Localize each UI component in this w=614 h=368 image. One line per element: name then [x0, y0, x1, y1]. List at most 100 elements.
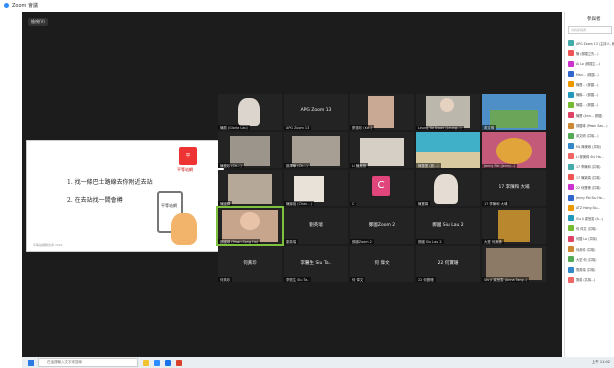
- video-tile-active-speaker[interactable]: 鄭國球 (Pawn Sang Ho): [216, 206, 284, 246]
- video-tile[interactable]: Jenny Pal (Jenny...): [482, 132, 546, 168]
- participant-name: 鄭國Zoom 2: [350, 239, 374, 244]
- participant-row[interactable]: 鄭國球 (Pawn San...): [565, 120, 614, 130]
- video-tile[interactable]: 大堂 何美珠: [482, 208, 546, 244]
- zoom-logo-icon: [4, 2, 9, 8]
- avatar: [568, 60, 574, 67]
- share-logo-text: 平等站網: [177, 167, 193, 172]
- video-tile[interactable]: 陳國輝: [218, 170, 282, 206]
- video-tile[interactable]: APG Zoom 13 APG Zoom 13: [284, 94, 348, 130]
- participant-name: 陳寶娟: [416, 201, 431, 206]
- participant-row[interactable]: 陳 (鄭國立先...): [565, 48, 614, 58]
- participant-row[interactable]: 陳錦... (鄭國...): [565, 89, 614, 99]
- participant-name: Siu Ji 梁慧雯 (Anna Tang..): [482, 277, 530, 282]
- video-tile[interactable]: Siu Ji 梁慧雯 (Anna Tang..): [482, 246, 546, 282]
- participant-row[interactable]: 陳寶 (Ann... 鄭國): [565, 110, 614, 120]
- video-tile[interactable]: 陳觀 (Gloria Lau): [218, 94, 282, 130]
- avatar: [568, 143, 574, 150]
- video-tile[interactable]: 陳穗珍 (Ch...): [218, 132, 282, 168]
- video-tile[interactable]: 陳寶娟: [416, 170, 480, 206]
- participant-row-name: 劉英 (共鳴...): [576, 278, 596, 283]
- avatar: [568, 71, 574, 78]
- participant-row[interactable]: Man... (鄭國...): [565, 69, 614, 79]
- participant-video: [238, 98, 260, 126]
- taskbar-search-input[interactable]: 在這裡輸入文字來搜尋: [38, 358, 138, 367]
- share-logo: 平: [179, 147, 197, 165]
- participant-row-name: ATZ Hong Siu...: [576, 205, 601, 210]
- video-tile[interactable]: 陳雪蓮 (麗...): [416, 132, 480, 168]
- participant-row-name: Man... (鄭國...): [576, 72, 599, 77]
- participant-name: 蔡德珍 (Ka..): [350, 125, 375, 130]
- participant-row-name: 陳寶 (Ann... 鄭國): [576, 113, 603, 118]
- participant-name: APG Zoom 13: [284, 126, 312, 130]
- participant-row[interactable]: 陳國... (鄭國...): [565, 100, 614, 110]
- video-tile[interactable]: 李醫生 Siu Ta.. 李醫生 Siu Ta..: [284, 246, 348, 282]
- participant-search-input[interactable]: 尋找參與者: [568, 26, 612, 34]
- participant-video: [486, 248, 542, 280]
- participant-row[interactable]: 17 李陳和 (共鳴): [565, 162, 614, 172]
- participant-row[interactable]: 22 何寶珊 (共鳴): [565, 182, 614, 192]
- participant-label: 劉英瑞: [309, 223, 323, 228]
- avatar: [568, 132, 574, 139]
- participant-name: 陳錦強 (Chan...): [284, 201, 314, 206]
- video-tile[interactable]: 蔡德珍 (Ka..): [350, 94, 414, 130]
- participant-label: 鄭國 Siu Lau 2: [432, 223, 464, 228]
- video-tile[interactable]: 17 李陳和 大埔 17 李陳和 大埔: [482, 170, 546, 206]
- video-tile[interactable]: 鄭國Zoom 2 鄭國Zoom 2: [350, 208, 414, 244]
- participant-row[interactable]: Li 鄭美珠 Siu Ha...: [565, 151, 614, 161]
- video-tile[interactable]: 何 偉文 何 偉文: [350, 246, 414, 282]
- participant-row[interactable]: 17 陳樂娟 (共鳴): [565, 172, 614, 182]
- participant-name: 黃文明: [482, 125, 497, 130]
- participant-row[interactable]: 何國 Lo (共鳴): [565, 234, 614, 244]
- participant-row-name: 何國 Lo (共鳴): [576, 237, 597, 242]
- video-tile[interactable]: 黃文明: [482, 94, 546, 130]
- video-tile[interactable]: C C: [350, 170, 414, 206]
- share-line-1: 1. 找一條巴士路線去你附近去站: [67, 179, 153, 186]
- zoom-app-icon[interactable]: [154, 359, 160, 366]
- participant-row[interactable]: ATZ Hong Siu...: [565, 203, 614, 213]
- participant-row[interactable]: Siu Ji 梁慧雯 (A...): [565, 213, 614, 223]
- participant-row[interactable]: 何黃珍 (共鳴): [565, 244, 614, 254]
- video-tile[interactable]: 鄭澤華 (Ch...): [284, 132, 348, 168]
- video-tile[interactable]: 陳錦強 (Chan...): [284, 170, 348, 206]
- participant-row[interactable]: 劉英 (共鳴...): [565, 275, 614, 285]
- pattern: [496, 138, 532, 164]
- share-line-2: 2. 在去站找一間會樽: [67, 197, 123, 204]
- participant-row[interactable]: Jenny Pal Siu Ha...: [565, 192, 614, 202]
- participant-row[interactable]: Ai Lo (鄭國立...): [565, 59, 614, 69]
- file-explorer-icon[interactable]: [143, 359, 149, 366]
- video-tile[interactable]: Leung Tai Kwan (Leung...): [416, 94, 480, 130]
- participant-name: 陳觀 (Gloria Lau): [218, 125, 250, 130]
- participant-row[interactable]: ML 陳美珠 (共鳴): [565, 141, 614, 151]
- participant-video: [434, 174, 458, 204]
- participant-row[interactable]: APG Zoom 13 (主持人, 我): [565, 38, 614, 48]
- participant-row[interactable]: 何 偉文 (共鳴): [565, 223, 614, 233]
- powerpoint-icon[interactable]: [176, 359, 182, 366]
- participant-name: C: [350, 202, 357, 206]
- participant-name: Leung Tai Kwan (Leung...): [416, 126, 464, 130]
- participant-name: 陳雪蓮 (麗...): [416, 163, 441, 168]
- participant-row-name: APG Zoom 13 (主持人, 我): [576, 41, 614, 46]
- video-tile[interactable]: 劉英瑞 劉英瑞: [284, 208, 348, 244]
- participant-face: [240, 212, 260, 230]
- video-tile[interactable]: 22 何寶珊 22 何寶珊: [416, 246, 480, 282]
- participant-row[interactable]: 黃文明 (共鳴...): [565, 131, 614, 141]
- video-tile[interactable]: Li 陳美珠: [350, 132, 414, 168]
- participant-row-name: 何黃珍 (共鳴): [576, 247, 596, 252]
- window-title: Zoom 會議: [12, 2, 39, 9]
- participant-label: 何黃珍: [243, 261, 257, 266]
- avatar: [568, 235, 574, 242]
- video-tile[interactable]: 何黃珍 何黃珍: [218, 246, 282, 282]
- participant-video: [228, 174, 272, 204]
- participant-row-name: 17 陳樂娟 (共鳴): [576, 175, 601, 180]
- participant-row-name: 鄭國球 (Pawn San...): [576, 124, 608, 129]
- participant-row[interactable]: 陳寶... (鄭國...): [565, 79, 614, 89]
- participant-name: Jenny Pal (Jenny...): [482, 164, 518, 168]
- windows-start-icon[interactable]: [28, 359, 34, 366]
- participant-row[interactable]: 劉英瑞 (共鳴): [565, 265, 614, 275]
- edge-browser-icon[interactable]: [165, 359, 171, 366]
- participant-row[interactable]: 大堂 何 (共鳴): [565, 254, 614, 264]
- view-button[interactable]: 檢視(V): [28, 18, 48, 26]
- video-tile[interactable]: 鄭國 Siu Lau 2 鄭國 Siu Lau 2: [416, 208, 480, 244]
- avatar: [568, 122, 574, 129]
- participant-name: 李醫生 Siu Ta..: [284, 277, 312, 282]
